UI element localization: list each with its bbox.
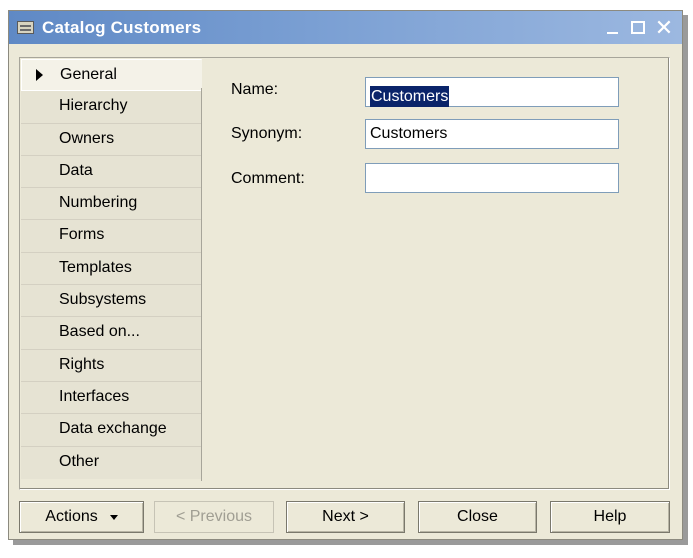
minimize-button[interactable]	[600, 16, 624, 40]
name-label: Name:	[231, 81, 279, 98]
tab-templates[interactable]: Templates	[21, 252, 202, 286]
tab-interfaces[interactable]: Interfaces	[21, 381, 202, 415]
close-label: Close	[457, 508, 498, 525]
tab-data-exchange[interactable]: Data exchange	[21, 414, 202, 447]
catalog-icon	[17, 21, 34, 34]
tab-label: Forms	[59, 226, 105, 244]
window-title: Catalog Customers	[42, 17, 202, 37]
dropdown-arrow-icon	[109, 514, 118, 520]
next-button[interactable]: Next >	[286, 501, 405, 533]
maximize-icon	[631, 21, 645, 34]
actions-label: Actions	[45, 508, 98, 525]
tab-data[interactable]: Data	[21, 155, 202, 189]
tab-rights[interactable]: Rights	[21, 349, 202, 382]
window-controls: ✕	[598, 16, 676, 40]
name-input[interactable]	[365, 77, 619, 107]
synonym-label: Synonym:	[231, 125, 303, 142]
tab-list: General Hierarchy Owners Data Numbering …	[21, 59, 202, 479]
tab-label: Templates	[59, 258, 132, 276]
tab-forms[interactable]: Forms	[21, 220, 202, 253]
tab-hierarchy[interactable]: Hierarchy	[21, 91, 202, 124]
next-label: Next >	[322, 508, 369, 525]
actions-button[interactable]: Actions	[19, 501, 144, 533]
help-label: Help	[593, 508, 627, 525]
tab-label: Hierarchy	[59, 97, 128, 115]
synonym-input[interactable]	[365, 119, 619, 149]
tab-label: Owners	[59, 129, 115, 147]
close-window-button[interactable]: ✕	[652, 16, 676, 40]
close-icon: ✕	[654, 14, 674, 40]
tab-based-on[interactable]: Based on...	[21, 317, 202, 350]
tab-label: Other	[59, 452, 100, 470]
tab-label: Based on...	[59, 323, 140, 341]
tab-divider	[201, 88, 202, 481]
tab-general[interactable]: General	[21, 59, 202, 92]
help-button[interactable]: Help	[550, 501, 670, 533]
close-button[interactable]: Close	[418, 501, 537, 533]
tab-label: Subsystems	[59, 291, 147, 309]
comment-label: Comment:	[231, 170, 305, 187]
tab-other[interactable]: Other	[21, 446, 202, 479]
tab-numbering[interactable]: Numbering	[21, 188, 202, 221]
minimize-icon	[606, 31, 618, 34]
maximize-button[interactable]	[626, 16, 650, 40]
tab-label: Numbering	[59, 194, 138, 212]
active-arrow-icon	[36, 69, 43, 81]
tab-subsystems[interactable]: Subsystems	[21, 285, 202, 318]
tab-label: Interfaces	[59, 387, 130, 405]
tab-label: Data exchange	[59, 420, 167, 438]
previous-label: < Previous	[175, 508, 253, 525]
previous-button[interactable]: < Previous	[154, 501, 274, 533]
tab-label: Data	[59, 161, 93, 179]
comment-input[interactable]	[365, 163, 619, 193]
tab-label: General	[60, 66, 117, 83]
tab-owners[interactable]: Owners	[21, 123, 202, 156]
tab-label: Rights	[59, 355, 105, 373]
title-bar[interactable]: Catalog Customers ✕	[9, 11, 682, 44]
catalog-window: Catalog Customers ✕ General Hierarchy Ow…	[8, 10, 683, 540]
